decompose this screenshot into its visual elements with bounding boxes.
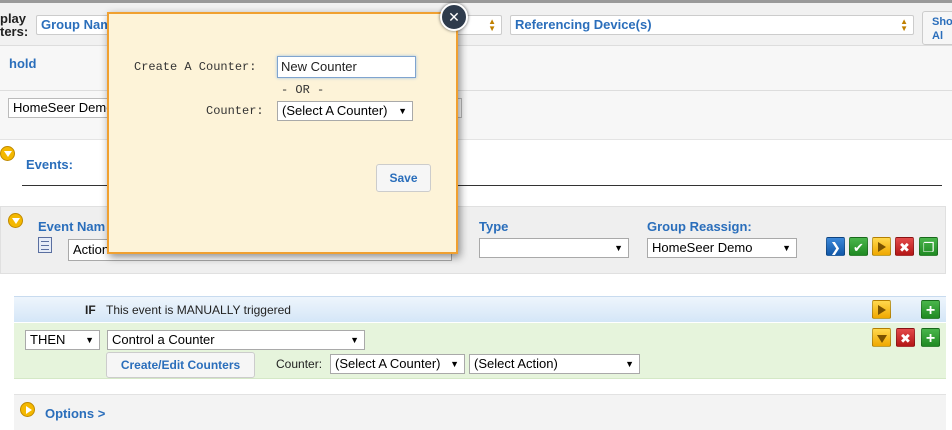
trigger-bar: IF This event is MANUALLY triggered + [14, 296, 946, 322]
plus-icon: + [925, 330, 936, 347]
close-icon: ✖ [900, 331, 911, 346]
type-label: Type [479, 219, 509, 234]
create-edit-counters-button[interactable]: Create/Edit Counters [106, 352, 255, 378]
copy-icon: ❐ [922, 240, 935, 255]
show-all-button[interactable]: Sho Al [922, 11, 952, 45]
enable-event-button[interactable]: ✔ [849, 237, 868, 256]
play-icon [877, 242, 886, 252]
add-action-button[interactable]: + [921, 328, 940, 347]
counter-action-value: (Select Action) [474, 356, 558, 371]
group-reassign-label: Group Reassign: [647, 219, 752, 234]
counter-action-select[interactable]: (Select Action) ▼ [469, 354, 640, 374]
or-separator: - OR - [281, 83, 325, 97]
then-value: THEN [30, 332, 66, 347]
modal-counter-select-value: (Select A Counter) [282, 103, 388, 118]
group-reassign-value: HomeSeer Demo [652, 240, 753, 255]
chevron-down-icon: ▼ [625, 359, 634, 369]
close-icon: ✖ [899, 240, 910, 255]
if-label: IF [85, 303, 96, 317]
trigger-text: This event is MANUALLY triggered [106, 303, 291, 317]
close-icon: ✕ [448, 9, 460, 25]
chevron-down-icon: ▼ [398, 106, 407, 116]
document-icon [38, 237, 52, 253]
chevron-down-icon: ▼ [450, 359, 459, 369]
group-name-value: HomeSeer Demo [13, 100, 114, 115]
new-counter-value: New Counter [281, 59, 357, 74]
checkmark-icon: ✔ [853, 240, 864, 255]
run-event-button[interactable]: ❯ [826, 237, 845, 256]
new-counter-input[interactable]: New Counter [277, 56, 416, 78]
create-counter-label: Create A Counter: [134, 60, 257, 74]
action-type-select[interactable]: Control a Counter ▼ [107, 330, 365, 350]
show-all-line1: Sho [932, 16, 952, 28]
chevron-down-icon: ▼ [614, 243, 623, 253]
then-select[interactable]: THEN ▼ [25, 330, 100, 350]
updown-icon: ▲ ▼ [488, 17, 496, 33]
play-icon [877, 305, 886, 315]
event-name-value: Action [73, 242, 110, 257]
counter-label: Counter: [276, 357, 323, 371]
group-filter-value: Group Nam [41, 17, 112, 32]
events-label: Events: [26, 157, 73, 172]
collapse-events-icon[interactable] [0, 146, 15, 161]
play-event-button[interactable] [872, 237, 891, 256]
expand-options-icon[interactable] [20, 402, 35, 417]
chevron-right-icon: ❯ [830, 240, 841, 255]
modal-counter-select[interactable]: (Select A Counter) ▼ [277, 101, 413, 121]
save-button[interactable]: Save [376, 164, 431, 192]
move-action-down-button[interactable] [872, 328, 891, 347]
options-label[interactable]: Options > [45, 406, 105, 421]
action-type-value: Control a Counter [112, 332, 215, 347]
add-trigger-button[interactable]: + [921, 300, 940, 319]
counter-select-value: (Select A Counter) [335, 356, 441, 371]
event-name-label: Event Nam [38, 219, 106, 234]
delete-action-button[interactable]: ✖ [896, 328, 915, 347]
close-dialog-button[interactable]: ✕ [440, 3, 468, 31]
plus-icon: + [925, 302, 936, 319]
filter-label: play ters: [0, 12, 28, 38]
copy-event-button[interactable]: ❐ [919, 237, 938, 256]
trigger-play-button[interactable] [872, 300, 891, 319]
updown-icon: ▲ ▼ [900, 17, 908, 33]
filter-label-line2: ters: [0, 24, 29, 39]
options-bar[interactable]: Options > [14, 394, 946, 430]
referencing-device-value: Referencing Device(s) [515, 17, 652, 32]
modal-counter-label: Counter: [206, 104, 264, 118]
chevron-down-icon: ▼ [782, 243, 791, 253]
show-all-line2: Al [932, 30, 943, 42]
chevron-down-icon: ▼ [350, 335, 359, 345]
action-section: THEN ▼ Control a Counter ▼ ✖ + Create/Ed… [14, 323, 946, 379]
group-reassign-select[interactable]: HomeSeer Demo ▼ [647, 238, 797, 258]
create-counter-dialog: Create A Counter: New Counter - OR - Cou… [107, 12, 458, 254]
delete-event-button[interactable]: ✖ [895, 237, 914, 256]
group-title: hold [9, 56, 37, 71]
referencing-device-select[interactable]: Referencing Device(s) ▲ ▼ [510, 15, 914, 35]
triangle-down-icon [876, 335, 887, 343]
chevron-down-icon: ▼ [85, 335, 94, 345]
counter-select[interactable]: (Select A Counter) ▼ [330, 354, 465, 374]
collapse-event-icon[interactable] [8, 213, 23, 228]
type-select[interactable]: ▼ [479, 238, 629, 258]
